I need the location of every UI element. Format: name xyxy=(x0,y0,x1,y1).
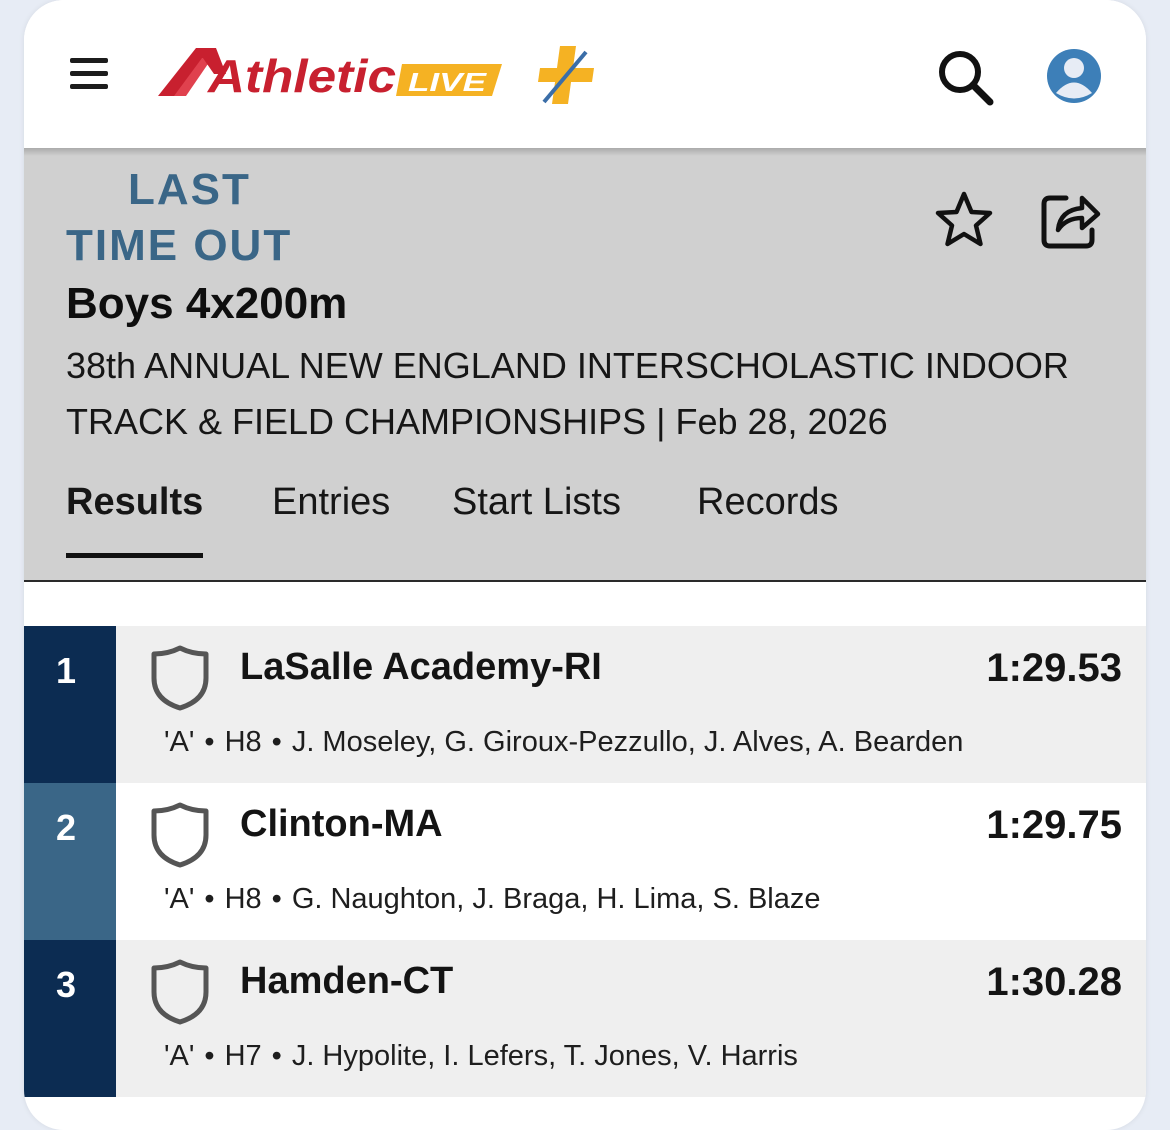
search-icon[interactable] xyxy=(936,48,996,108)
separator-dot: • xyxy=(204,883,215,915)
relay-details: 'A' • H7 • J. Hypolite, I. Lefers, T. Jones,… xyxy=(164,1040,798,1073)
meet-name: 38th ANNUAL NEW ENGLAND INTERSCHOLASTIC … xyxy=(66,345,1069,442)
team-shield-icon xyxy=(151,959,209,1025)
heat: H8 xyxy=(224,726,262,758)
result-row[interactable]: 2 Clinton-MA 1:29.75 'A' • H8 • G. Naughton,… xyxy=(24,783,1146,940)
place-badge: 1 xyxy=(24,626,116,783)
place-badge: 2 xyxy=(24,783,116,940)
menu-icon[interactable] xyxy=(70,56,110,90)
athletes: J. Moseley, G. Giroux-Pezzullo, J. Alves… xyxy=(291,726,964,758)
meet-logo-line1: LAST xyxy=(128,165,251,214)
separator-dot: • xyxy=(204,726,215,758)
top-app-bar: Athletic LIVE xyxy=(24,0,1146,148)
share-icon[interactable] xyxy=(1036,184,1104,252)
place-number: 1 xyxy=(56,650,77,691)
team-shield-icon xyxy=(151,802,209,868)
results-list: 1 LaSalle Academy-RI 1:29.53 'A' • H8 • J. M… xyxy=(24,626,1146,1097)
place-number: 3 xyxy=(56,964,77,1005)
event-title: Boys 4x200m xyxy=(66,279,348,328)
tab-records[interactable]: Records xyxy=(697,474,839,558)
logo-badge: LIVE xyxy=(408,67,487,97)
team-name: Hamden-CT xyxy=(240,960,454,1002)
app-card: Athletic LIVE LAST TIME OUT Boys 4x200m … xyxy=(24,0,1146,1130)
separator-dot: • xyxy=(271,1040,282,1072)
finish-time: 1:30.28 xyxy=(986,960,1122,1004)
finish-time: 1:29.53 xyxy=(986,646,1122,690)
team-name: LaSalle Academy-RI xyxy=(240,646,602,688)
separator-dot: • xyxy=(204,1040,215,1072)
header-shadow xyxy=(24,148,1146,156)
result-body: LaSalle Academy-RI 1:29.53 'A' • H8 • J. Mos… xyxy=(116,626,1146,783)
separator-dot: • xyxy=(271,883,282,915)
event-header: LAST TIME OUT Boys 4x200m 38th ANNUAL NE… xyxy=(24,148,1146,582)
athletes: J. Hypolite, I. Lefers, T. Jones, V. Har… xyxy=(291,1040,798,1072)
result-row[interactable]: 3 Hamden-CT 1:30.28 'A' • H7 • J. Hypolite, … xyxy=(24,940,1146,1097)
relay-letter: 'A' xyxy=(164,726,195,758)
athletes: G. Naughton, J. Braga, H. Lima, S. Blaze xyxy=(291,883,821,915)
result-row[interactable]: 1 LaSalle Academy-RI 1:29.53 'A' • H8 • J. M… xyxy=(24,626,1146,783)
team-shield-icon xyxy=(151,645,209,711)
athleticlive-logo[interactable]: Athletic LIVE xyxy=(156,44,506,106)
result-body: Clinton-MA 1:29.75 'A' • H8 • G. Naughton, J… xyxy=(116,783,1146,940)
result-body: Hamden-CT 1:30.28 'A' • H7 • J. Hypolite, I.… xyxy=(116,940,1146,1097)
finish-time: 1:29.75 xyxy=(986,803,1122,847)
relay-details: 'A' • H8 • J. Moseley, G. Giroux-Pezzullo, J… xyxy=(164,726,963,759)
relay-details: 'A' • H8 • G. Naughton, J. Braga, H. Lima, S… xyxy=(164,883,821,916)
meet-logo-line2: TIME OUT xyxy=(66,221,293,270)
user-avatar-icon[interactable] xyxy=(1046,48,1102,104)
plus-subscription-icon[interactable] xyxy=(536,44,596,106)
tab-results[interactable]: Results xyxy=(66,474,204,558)
logo-text: Athletic xyxy=(207,50,396,102)
separator-dot: • xyxy=(271,726,282,758)
place-number: 2 xyxy=(56,807,77,848)
tab-start-lists[interactable]: Start Lists xyxy=(452,474,621,558)
heat: H7 xyxy=(224,1040,262,1072)
tab-entries[interactable]: Entries xyxy=(272,474,390,558)
meet-logo: LAST TIME OUT xyxy=(66,162,366,274)
favorite-star-icon[interactable] xyxy=(932,188,996,252)
relay-letter: 'A' xyxy=(164,883,195,915)
relay-letter: 'A' xyxy=(164,1040,195,1072)
place-badge: 3 xyxy=(24,940,116,1097)
heat: H8 xyxy=(224,883,262,915)
team-name: Clinton-MA xyxy=(240,803,443,845)
